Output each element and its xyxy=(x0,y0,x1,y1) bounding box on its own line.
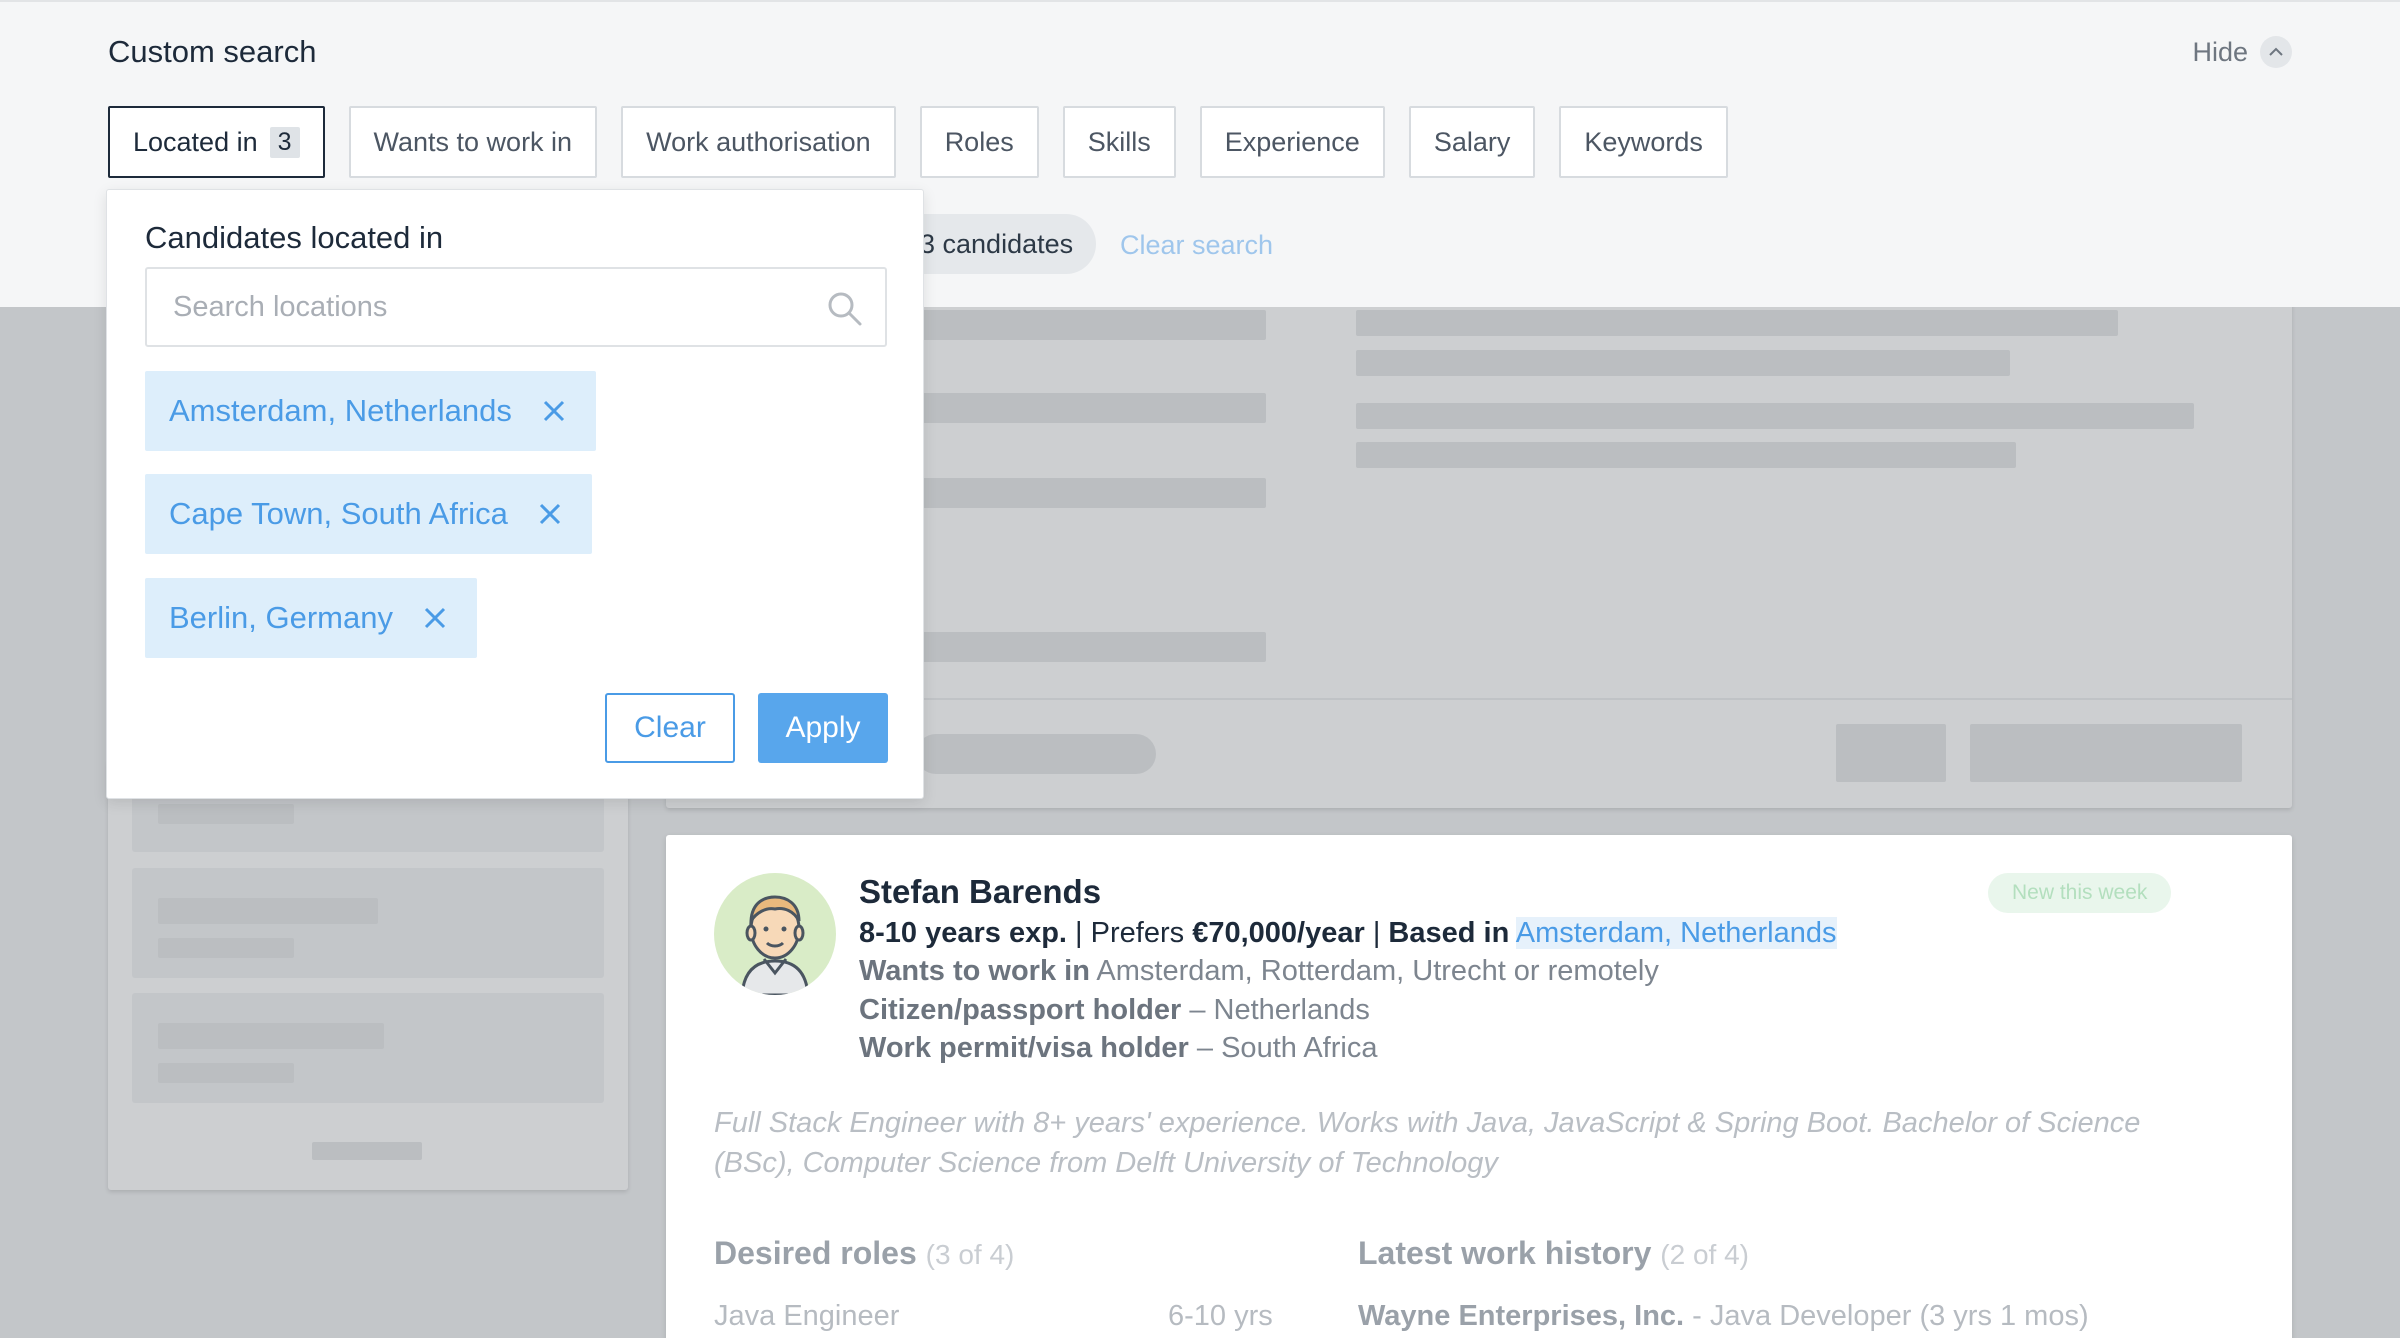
filter-chip-row: Located in 3 Wants to work in Work autho… xyxy=(108,106,1728,178)
skeleton-bar xyxy=(916,632,1266,662)
desired-roles-count: (3 of 4) xyxy=(925,1239,1015,1270)
filter-label: Salary xyxy=(1433,126,1511,157)
skeleton-bar xyxy=(158,898,378,924)
wants-label: Wants to work in xyxy=(859,955,1090,987)
filter-skills[interactable]: Skills xyxy=(1062,106,1176,178)
filter-wants-to-work-in[interactable]: Wants to work in xyxy=(348,106,598,178)
candidate-summary: Full Stack Engineer with 8+ years' exper… xyxy=(714,1107,2141,1179)
desired-roles-title: Desired roles xyxy=(714,1235,917,1271)
filter-roles[interactable]: Roles xyxy=(919,106,1039,178)
citizen-line: Citizen/passport holder – Netherlands xyxy=(859,994,1370,1027)
skeleton-bar xyxy=(1356,310,2118,336)
clear-search-link[interactable]: Clear search xyxy=(1120,230,1273,261)
desired-roles-heading: Desired roles (3 of 4) xyxy=(714,1235,1014,1272)
filter-count-badge: 3 xyxy=(269,126,300,158)
close-icon[interactable] xyxy=(536,500,564,528)
skeleton-block xyxy=(132,993,604,1103)
filter-work-authorisation[interactable]: Work authorisation xyxy=(621,106,896,178)
citizen-label: Citizen/passport holder xyxy=(859,994,1182,1026)
latest-work-title: Latest work history xyxy=(1358,1235,1652,1271)
filter-label: Keywords xyxy=(1584,126,1703,157)
based-location-link[interactable]: Amsterdam, Netherlands xyxy=(1515,917,1837,949)
dash: – xyxy=(1189,994,1214,1026)
skeleton-block xyxy=(132,868,604,978)
filter-salary[interactable]: Salary xyxy=(1408,106,1536,178)
skeleton-bar xyxy=(916,393,1266,423)
skeleton-bar xyxy=(1356,442,2016,468)
skeleton-bar xyxy=(916,478,1266,508)
work-company: Wayne Enterprises, Inc. xyxy=(1358,1300,1685,1332)
skeleton-bar xyxy=(158,938,294,958)
filter-experience[interactable]: Experience xyxy=(1199,106,1385,178)
filter-label: Wants to work in xyxy=(373,126,573,157)
background-sidebar-card xyxy=(108,760,628,1190)
location-search-input[interactable] xyxy=(173,290,793,324)
wants-value: Amsterdam, Rotterdam, Utrecht or remotel… xyxy=(1096,955,1659,987)
located-in-dropdown: Candidates located in Amsterdam, Netherl… xyxy=(106,189,924,799)
role-years: 6-10 yrs xyxy=(1168,1300,1273,1332)
search-icon xyxy=(828,292,862,326)
skeleton-button xyxy=(1836,724,1946,782)
prefers-label: Prefers xyxy=(1090,917,1185,949)
work-detail: - Java Developer (3 yrs 1 mos) xyxy=(1692,1300,2089,1332)
location-tag: Amsterdam, Netherlands xyxy=(145,371,596,451)
clear-button[interactable]: Clear xyxy=(605,693,735,763)
candidate-avatar xyxy=(714,873,836,995)
filter-keywords[interactable]: Keywords xyxy=(1559,106,1728,178)
permit-line: Work permit/visa holder – South Africa xyxy=(859,1032,1377,1065)
location-tag-label: Cape Town, South Africa xyxy=(169,496,508,531)
filter-located-in[interactable]: Located in 3 xyxy=(108,106,325,178)
location-tag: Berlin, Germany xyxy=(145,578,477,658)
filter-label: Roles xyxy=(944,126,1014,157)
wants-to-work-line: Wants to work in Amsterdam, Rotterdam, U… xyxy=(859,955,1659,988)
panel-title: Custom search xyxy=(108,34,317,69)
separator: | xyxy=(1372,917,1389,949)
skeleton-bar xyxy=(158,804,294,824)
skeleton-bar xyxy=(1356,403,2194,429)
close-icon[interactable] xyxy=(421,604,449,632)
hide-toggle[interactable]: Hide xyxy=(2192,36,2292,68)
skeleton-bar xyxy=(1356,350,2010,376)
location-tag-label: Berlin, Germany xyxy=(169,600,393,635)
skeleton-bar xyxy=(158,1023,384,1049)
close-icon[interactable] xyxy=(540,397,568,425)
salary-value: €70,000/year xyxy=(1192,917,1365,949)
filter-label: Skills xyxy=(1087,126,1151,157)
role-name: Java Engineer xyxy=(714,1300,900,1332)
experience-value: 8-10 years exp. xyxy=(859,917,1067,949)
skeleton-bar xyxy=(916,310,1266,340)
skeleton-button xyxy=(1970,724,2242,782)
skeleton-pill xyxy=(916,734,1156,774)
filter-label: Work authorisation xyxy=(646,126,871,157)
location-search-box[interactable] xyxy=(145,267,887,347)
filter-label: Located in xyxy=(133,126,258,157)
work-history-row: Wayne Enterprises, Inc. - Java Developer… xyxy=(1358,1300,2089,1333)
candidate-name[interactable]: Stefan Barends xyxy=(859,873,1101,911)
permit-value: South Africa xyxy=(1221,1032,1378,1064)
location-tag-label: Amsterdam, Netherlands xyxy=(169,393,512,428)
chevron-up-icon xyxy=(2260,36,2292,68)
candidate-count-text: 3 candidates xyxy=(920,228,1074,259)
skeleton-bar xyxy=(312,1142,422,1160)
based-label: Based in xyxy=(1388,917,1510,949)
location-tag: Cape Town, South Africa xyxy=(145,474,592,554)
candidate-card[interactable]: Stefan Barends 8-10 years exp. | Prefers… xyxy=(666,835,2292,1338)
skeleton-bar xyxy=(158,1063,294,1083)
new-this-week-badge: New this week xyxy=(1988,873,2172,913)
citizen-value: Netherlands xyxy=(1213,994,1370,1026)
dash: – xyxy=(1196,1032,1222,1064)
candidate-summary-line: 8-10 years exp. | Prefers €70,000/year |… xyxy=(859,917,1837,950)
latest-work-count: (2 of 4) xyxy=(1660,1239,1749,1270)
apply-button[interactable]: Apply xyxy=(758,693,888,763)
permit-label: Work permit/visa holder xyxy=(859,1032,1189,1064)
latest-work-heading: Latest work history (2 of 4) xyxy=(1358,1235,1749,1272)
hide-label: Hide xyxy=(2192,36,2248,67)
filter-label: Experience xyxy=(1224,126,1360,157)
separator: | xyxy=(1075,917,1091,949)
dropdown-label: Candidates located in xyxy=(145,220,444,255)
